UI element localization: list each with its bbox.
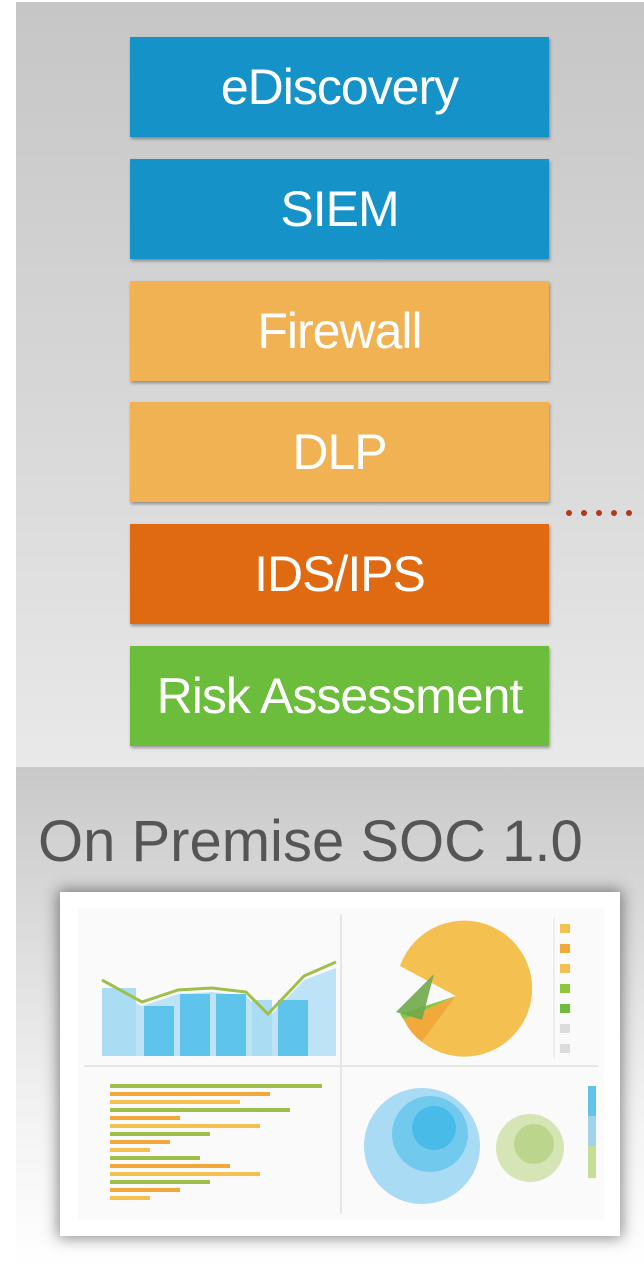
risk-assessment-box: Risk Assessment [130, 646, 549, 746]
siem-box: SIEM [130, 159, 549, 259]
connector-dot [596, 510, 602, 516]
ids-ips-label: IDS/IPS [254, 546, 426, 602]
connector-dot [581, 510, 587, 516]
dotted-connector [566, 510, 644, 518]
soc-title: On Premise SOC 1.0 [38, 809, 583, 874]
risk-assessment-label: Risk Assessment [156, 668, 524, 724]
dashboard-thumbnail-icon [78, 908, 604, 1220]
connector-dot [626, 510, 632, 516]
dashboard-illustration [84, 914, 598, 1214]
dlp-box: DLP [130, 402, 549, 502]
bubble-chart-icon [364, 1086, 596, 1204]
connector-dot [611, 510, 617, 516]
siem-label: SIEM [280, 181, 399, 237]
dashboard-thumbnail-frame [64, 896, 616, 1232]
combo-chart-icon [101, 960, 337, 1056]
ediscovery-label: eDiscovery [220, 59, 459, 115]
dlp-label: DLP [292, 424, 387, 480]
ediscovery-box: eDiscovery [130, 37, 549, 137]
bar-chart-icon [110, 1084, 322, 1200]
firewall-label: Firewall [257, 303, 422, 359]
firewall-box: Firewall [130, 281, 549, 381]
pie-chart-icon [396, 920, 533, 1057]
legend-icon [553, 918, 570, 1058]
connector-dot [566, 510, 572, 516]
ids-ips-box: IDS/IPS [130, 524, 549, 624]
